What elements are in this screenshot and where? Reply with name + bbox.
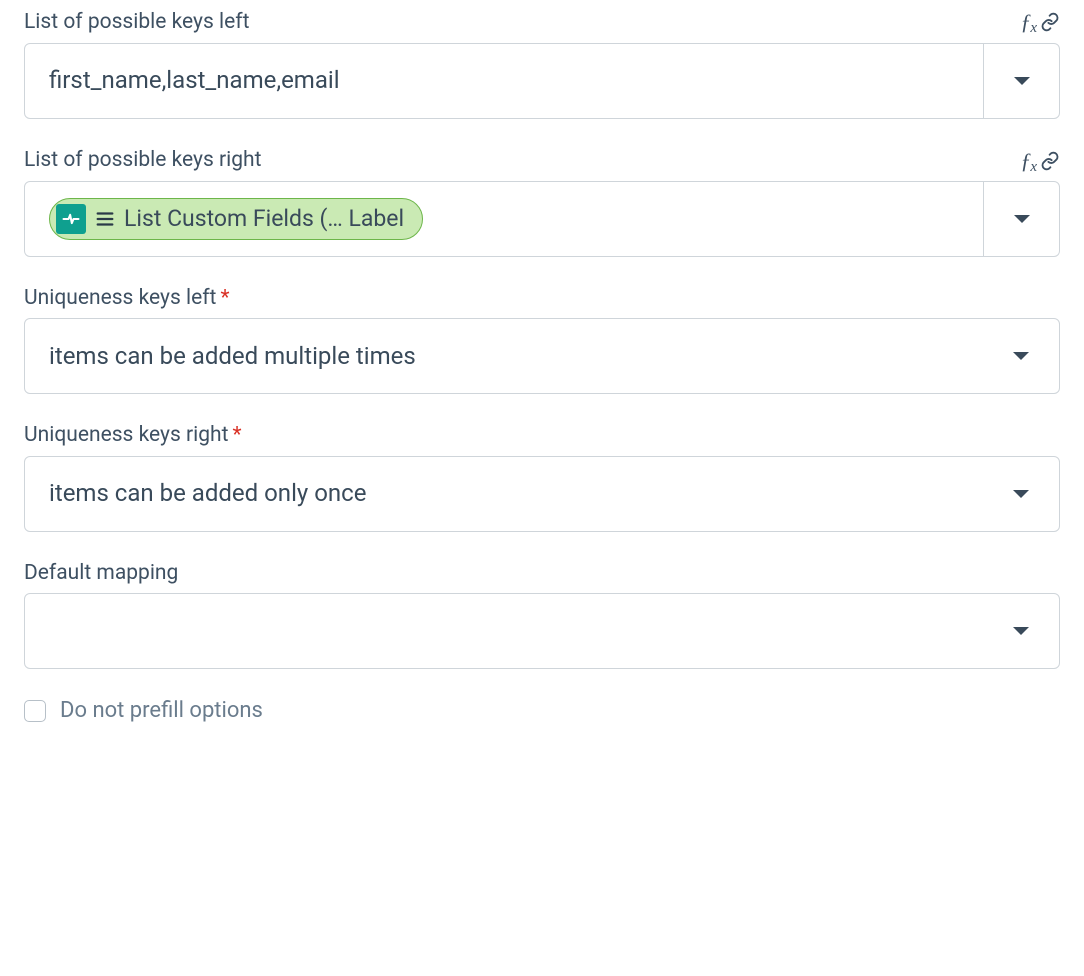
checkbox-prefill-row: Do not prefill options: [24, 697, 1060, 726]
link-icon[interactable]: [1040, 151, 1060, 171]
source-app-icon: [56, 204, 86, 234]
field-uniqueness-left: Uniqueness keys left* items can be added…: [24, 285, 1060, 394]
chevron-down-icon: [1013, 352, 1029, 360]
dropdown-caret[interactable]: [983, 182, 1059, 256]
field-default-mapping: Default mapping: [24, 560, 1060, 669]
field-label: Default mapping: [24, 560, 178, 587]
dropdown-caret[interactable]: [983, 594, 1059, 668]
input-value[interactable]: List Custom Fields (… Label: [25, 184, 983, 254]
field-label: List of possible keys right: [24, 147, 262, 174]
label-actions: ƒx: [1020, 147, 1060, 176]
chevron-down-icon: [1014, 77, 1030, 85]
field-label: Uniqueness keys left*: [24, 285, 229, 312]
chevron-down-icon: [1014, 215, 1030, 223]
checkbox-prefill[interactable]: [24, 700, 46, 722]
label-actions: ƒx: [1020, 8, 1060, 37]
data-pill[interactable]: List Custom Fields (… Label: [49, 198, 423, 240]
select-default-mapping[interactable]: [24, 593, 1060, 669]
fx-icon[interactable]: ƒx: [1020, 147, 1036, 176]
select-value[interactable]: items can be added multiple times: [25, 326, 983, 386]
input-possible-keys-left[interactable]: first_name,last_name,email: [24, 43, 1060, 119]
field-label: List of possible keys left: [24, 9, 249, 36]
chevron-down-icon: [1013, 627, 1029, 635]
dropdown-caret[interactable]: [983, 319, 1059, 393]
field-possible-keys-right: List of possible keys right ƒx: [24, 147, 1060, 258]
field-possible-keys-left: List of possible keys left ƒx first_name…: [24, 8, 1060, 119]
dropdown-caret[interactable]: [983, 457, 1059, 531]
input-possible-keys-right[interactable]: List Custom Fields (… Label: [24, 181, 1060, 257]
label-row: List of possible keys right ƒx: [24, 147, 1060, 176]
field-uniqueness-right: Uniqueness keys right* items can be adde…: [24, 422, 1060, 531]
required-marker: *: [232, 423, 241, 447]
list-icon: [94, 208, 116, 230]
select-uniqueness-right[interactable]: items can be added only once: [24, 456, 1060, 532]
select-value[interactable]: [25, 601, 983, 661]
label-row: Uniqueness keys left*: [24, 285, 1060, 312]
select-uniqueness-left[interactable]: items can be added multiple times: [24, 318, 1060, 394]
label-row: Default mapping: [24, 560, 1060, 587]
chevron-down-icon: [1013, 490, 1029, 498]
link-icon[interactable]: [1040, 12, 1060, 32]
input-value[interactable]: first_name,last_name,email: [25, 51, 983, 111]
label-row: List of possible keys left ƒx: [24, 8, 1060, 37]
label-row: Uniqueness keys right*: [24, 422, 1060, 449]
select-value[interactable]: items can be added only once: [25, 464, 983, 524]
field-label: Uniqueness keys right*: [24, 422, 242, 449]
required-marker: *: [220, 286, 229, 310]
pill-label: List Custom Fields (… Label: [124, 204, 404, 234]
checkbox-label[interactable]: Do not prefill options: [60, 697, 263, 726]
dropdown-caret[interactable]: [983, 44, 1059, 118]
fx-icon[interactable]: ƒx: [1020, 8, 1036, 37]
